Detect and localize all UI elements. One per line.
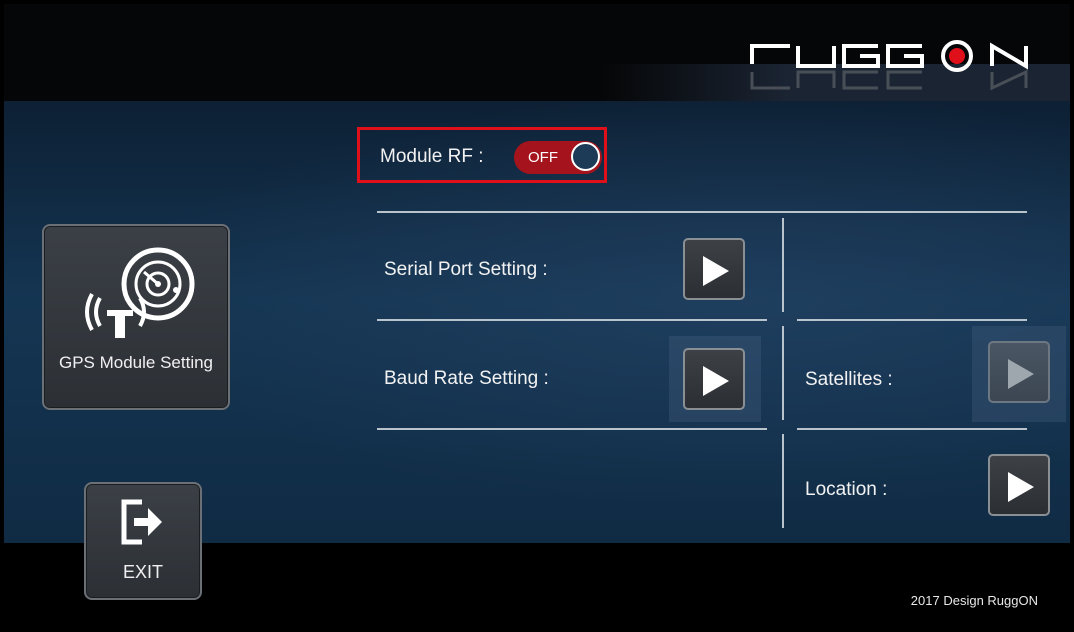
satellites-button[interactable] (988, 341, 1050, 403)
header-bar (4, 4, 1070, 101)
divider (377, 211, 1027, 213)
baud-rate-setting-button[interactable] (683, 348, 745, 410)
exit-label: EXIT (122, 562, 163, 582)
divider (377, 319, 767, 321)
gps-module-setting-label: GPS Module Setting (58, 353, 214, 372)
divider (377, 428, 767, 430)
divider (782, 326, 784, 420)
module-rf-toggle[interactable]: OFF (514, 141, 602, 174)
module-rf-toggle-state: OFF (528, 149, 558, 166)
divider (797, 319, 1027, 321)
baud-rate-setting-label: Baud Rate Setting : (384, 368, 549, 389)
serial-port-setting-button[interactable] (683, 238, 745, 300)
play-arrow-icon (1008, 472, 1034, 502)
play-arrow-icon (703, 256, 729, 286)
toggle-knob (571, 142, 600, 171)
location-button[interactable] (988, 454, 1050, 516)
location-label: Location : (805, 479, 888, 500)
divider (782, 218, 784, 312)
module-rf-label: Module RF : (380, 146, 484, 167)
exit-button[interactable]: EXIT (84, 482, 202, 600)
exit-door-icon (121, 499, 162, 545)
ruggon-logo (750, 40, 1028, 91)
divider (782, 434, 784, 528)
play-arrow-icon (1008, 359, 1034, 389)
gps-antenna-radar-icon (85, 247, 195, 338)
footer-copyright: 2017 Design RuggON (910, 593, 1038, 608)
divider (797, 428, 1027, 430)
gps-module-setting-button[interactable]: GPS Module Setting (42, 224, 230, 410)
serial-port-setting-label: Serial Port Setting : (384, 259, 548, 280)
satellites-label: Satellites : (805, 369, 893, 390)
play-arrow-icon (703, 366, 729, 396)
